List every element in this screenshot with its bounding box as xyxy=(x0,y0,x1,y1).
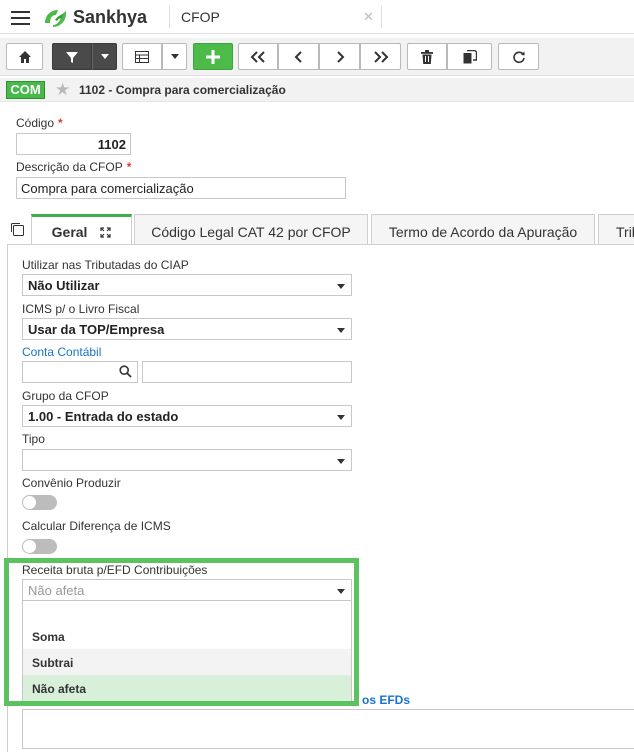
tab-geral[interactable]: Geral xyxy=(31,214,132,246)
module-badge: COM xyxy=(6,81,45,99)
grupo-value: 1.00 - Entrada do estado xyxy=(28,409,179,424)
conta-contabil-link[interactable]: Conta Contábil xyxy=(22,345,101,359)
descricao-label: Descrição da CFOP * xyxy=(16,160,132,174)
icms-select[interactable]: Usar da TOP/Empresa xyxy=(22,318,352,340)
chevron-down-icon xyxy=(170,53,179,59)
chevron-right-icon xyxy=(336,50,344,63)
chevron-down-icon xyxy=(337,284,345,289)
close-tab-icon[interactable]: ✕ xyxy=(363,9,374,25)
descricao-field[interactable]: Compra para comercialização xyxy=(16,177,346,199)
ciap-value: Não Utilizar xyxy=(28,278,100,293)
convenio-toggle[interactable] xyxy=(22,495,57,510)
highlight-frame xyxy=(4,558,359,706)
first-record-button[interactable] xyxy=(238,43,278,70)
tab-termo-acordo[interactable]: Termo de Acordo da Apuração xyxy=(371,214,595,244)
chevron-left-icon xyxy=(294,50,302,63)
chevron-down-icon xyxy=(337,328,345,333)
next-record-button[interactable] xyxy=(319,43,360,70)
expand-icon[interactable] xyxy=(100,227,111,238)
tab-trib[interactable]: Trib xyxy=(598,214,634,244)
icms-value: Usar da TOP/Empresa xyxy=(28,322,165,337)
duplicate-button[interactable] xyxy=(447,43,492,70)
chevron-down-icon xyxy=(100,53,109,59)
grid-icon xyxy=(135,50,149,63)
conta-contabil-description xyxy=(142,361,352,383)
logo-text: Sankhya xyxy=(73,6,148,27)
codigo-field[interactable]: 1102 xyxy=(16,133,131,155)
efd-textarea[interactable] xyxy=(22,709,634,749)
codigo-label: Código * xyxy=(16,116,63,130)
filter-icon xyxy=(66,51,78,63)
icms-label: ICMS p/ o Livro Fiscal xyxy=(22,302,140,316)
home-button[interactable] xyxy=(6,43,43,70)
efd-link[interactable]: os EFDs xyxy=(362,693,410,707)
grupo-label: Grupo da CFOP xyxy=(22,389,109,403)
grid-view-button[interactable] xyxy=(122,43,162,70)
tipo-label: Tipo xyxy=(22,432,45,446)
filter-button[interactable] xyxy=(52,43,92,70)
search-icon[interactable] xyxy=(119,365,132,381)
double-chevron-right-icon xyxy=(373,50,388,63)
previous-record-button[interactable] xyxy=(278,43,319,70)
toolbar xyxy=(0,38,634,76)
home-icon xyxy=(18,50,31,63)
double-chevron-left-icon xyxy=(250,50,265,63)
top-bar: Sankhya CFOP ✕ xyxy=(0,0,634,34)
tab-label: Geral xyxy=(51,224,88,240)
tipo-select[interactable] xyxy=(22,449,352,471)
last-record-button[interactable] xyxy=(360,43,401,70)
divider xyxy=(381,6,382,28)
record-header: COM ★ 1102 - Compra para comercialização xyxy=(0,78,634,102)
trash-icon xyxy=(421,49,433,64)
divider xyxy=(169,6,170,28)
refresh-icon xyxy=(512,50,525,63)
sankhya-logo: Sankhya xyxy=(42,5,147,29)
menu-icon[interactable] xyxy=(11,11,30,25)
add-button[interactable] xyxy=(193,43,233,70)
convenio-label: Convênio Produzir xyxy=(22,476,121,490)
calcular-label: Calcular Diferença de ICMS xyxy=(22,519,171,533)
chevron-down-icon xyxy=(337,459,345,464)
screen-tab-title[interactable]: CFOP xyxy=(181,9,220,25)
record-title: 1102 - Compra para comercialização xyxy=(79,83,286,97)
calcular-toggle[interactable] xyxy=(22,539,57,554)
grupo-select[interactable]: 1.00 - Entrada do estado xyxy=(22,405,352,427)
chevron-down-icon xyxy=(337,415,345,420)
copy-layout-icon[interactable] xyxy=(10,222,24,239)
sankhya-logo-mark-icon xyxy=(45,10,67,27)
refresh-button[interactable] xyxy=(498,43,539,70)
ciap-label: Utilizar nas Tributadas do CIAP xyxy=(22,258,189,272)
copy-icon xyxy=(463,49,477,63)
favorite-star-icon[interactable]: ★ xyxy=(55,80,70,100)
grid-dropdown-button[interactable] xyxy=(162,43,187,70)
filter-dropdown-button[interactable] xyxy=(92,43,117,70)
ciap-select[interactable]: Não Utilizar xyxy=(22,274,352,296)
delete-button[interactable] xyxy=(407,43,447,70)
add-icon xyxy=(206,49,220,64)
tab-codigo-legal[interactable]: Código Legal CAT 42 por CFOP xyxy=(134,214,368,244)
